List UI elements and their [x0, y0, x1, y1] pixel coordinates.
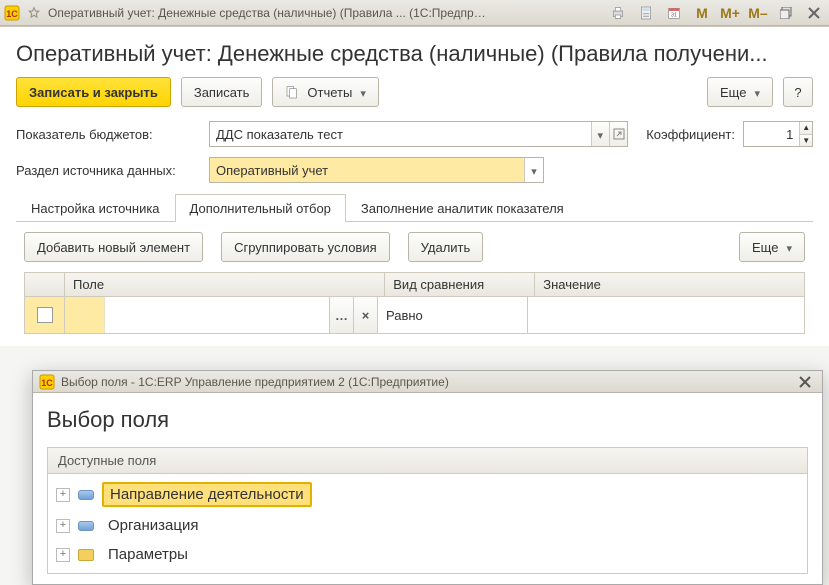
section-field[interactable]: [209, 157, 544, 183]
indicator-field[interactable]: [209, 121, 628, 147]
reports-button[interactable]: Отчеты: [272, 77, 378, 107]
save-label: Записать: [194, 85, 250, 100]
more-label: Еще: [720, 85, 746, 100]
chevron-down-icon: [754, 85, 760, 100]
fields-tree: + Направление деятельности + Организация…: [48, 474, 807, 573]
filter-more-button[interactable]: Еще: [739, 232, 805, 262]
save-and-close-button[interactable]: Записать и закрыть: [16, 77, 171, 107]
tree-item-label: Организация: [102, 515, 204, 536]
chevron-down-icon[interactable]: [591, 122, 609, 146]
field-picker-dialog: 1C Выбор поля - 1С:ERP Управление предпр…: [32, 370, 823, 585]
grid-cell-val[interactable]: [528, 297, 804, 333]
page-title: Оперативный учет: Денежные средства (нал…: [16, 41, 813, 67]
reports-label: Отчеты: [307, 85, 352, 100]
section-input[interactable]: [210, 158, 524, 182]
tree-item-label: Направление деятельности: [102, 482, 312, 507]
expand-icon[interactable]: +: [56, 488, 70, 502]
grid-cell-field-value[interactable]: [105, 297, 329, 333]
row-marker: [65, 297, 105, 333]
chevron-down-icon[interactable]: [524, 158, 543, 182]
field-icon: [78, 521, 94, 531]
group-conditions-label: Сгруппировать условия: [234, 240, 377, 255]
tree-item-organization[interactable]: + Организация: [54, 511, 801, 540]
star-icon[interactable]: [26, 5, 42, 21]
dialog-close-icon[interactable]: [794, 372, 816, 392]
clear-button[interactable]: ×: [353, 297, 377, 333]
grid-header-val: Значение: [535, 273, 804, 296]
grid-header-field: Поле: [65, 273, 385, 296]
close-window-icon[interactable]: [803, 3, 825, 23]
grid-header-check: [25, 273, 65, 296]
tree-item-label: Параметры: [102, 544, 194, 565]
help-label: ?: [794, 85, 801, 100]
folder-icon: [78, 549, 94, 561]
window-title: Оперативный учет: Денежные средства (нал…: [48, 6, 488, 20]
section-row: Раздел источника данных:: [16, 157, 813, 183]
grid-cell-field[interactable]: … ×: [65, 297, 378, 333]
memory-mplus-button[interactable]: M+: [719, 3, 741, 23]
save-button[interactable]: Записать: [181, 77, 263, 107]
filter-grid: Поле Вид сравнения Значение … × Равно: [24, 272, 805, 334]
add-element-label: Добавить новый элемент: [37, 240, 190, 255]
svg-text:31: 31: [671, 12, 677, 18]
dialog-title: Выбор поля: [47, 407, 808, 433]
save-and-close-label: Записать и закрыть: [29, 85, 158, 100]
main-toolbar: Записать и закрыть Записать Отчеты Еще ?: [16, 77, 813, 107]
coef-spinner[interactable]: ▲▼: [799, 122, 812, 146]
filter-more-label: Еще: [752, 240, 778, 255]
indicator-label: Показатель бюджетов:: [16, 127, 201, 142]
ellipsis-button[interactable]: …: [329, 297, 353, 333]
main-content: Оперативный учет: Денежные средства (нал…: [0, 26, 829, 346]
coef-field[interactable]: ▲▼: [743, 121, 813, 147]
available-fields-header: Доступные поля: [48, 448, 807, 474]
available-fields-panel: Доступные поля + Направление деятельност…: [47, 447, 808, 574]
group-conditions-button[interactable]: Сгруппировать условия: [221, 232, 390, 262]
svg-text:1C: 1C: [6, 9, 18, 19]
tree-item-activity-direction[interactable]: + Направление деятельности: [54, 478, 801, 511]
add-element-button[interactable]: Добавить новый элемент: [24, 232, 203, 262]
field-icon: [78, 490, 94, 500]
dialog-titlebar: 1C Выбор поля - 1С:ERP Управление предпр…: [33, 371, 822, 393]
dialog-body: Выбор поля Доступные поля + Направление …: [33, 393, 822, 584]
delete-button[interactable]: Удалить: [408, 232, 484, 262]
help-button[interactable]: ?: [783, 77, 813, 107]
svg-text:1C: 1C: [41, 378, 53, 388]
indicator-input[interactable]: [210, 122, 591, 146]
restore-window-icon[interactable]: [775, 3, 797, 23]
tab-fill-analytics[interactable]: Заполнение аналитик показателя: [346, 194, 579, 222]
tab-source-settings[interactable]: Настройка источника: [16, 194, 175, 222]
more-button[interactable]: Еще: [707, 77, 773, 107]
delete-label: Удалить: [421, 240, 471, 255]
grid-header: Поле Вид сравнения Значение: [25, 273, 804, 297]
open-link-icon[interactable]: [609, 122, 627, 146]
calculator-icon[interactable]: [635, 3, 657, 23]
chevron-down-icon: [786, 240, 792, 255]
grid-row[interactable]: … × Равно: [25, 297, 804, 333]
grid-cell-check[interactable]: [25, 297, 65, 333]
tree-item-parameters[interactable]: + Параметры: [54, 540, 801, 569]
grid-header-cmp: Вид сравнения: [385, 273, 535, 296]
chevron-down-icon: [360, 85, 366, 100]
reports-icon: [285, 84, 301, 100]
tabs: Настройка источника Дополнительный отбор…: [16, 193, 813, 222]
memory-mminus-button[interactable]: M–: [747, 3, 769, 23]
calendar-icon[interactable]: 31: [663, 3, 685, 23]
expand-icon[interactable]: +: [56, 519, 70, 533]
tab-extra-filter[interactable]: Дополнительный отбор: [175, 194, 346, 222]
window-titlebar: 1C Оперативный учет: Денежные средства (…: [0, 0, 829, 26]
app-logo-icon: 1C: [39, 374, 55, 390]
grid-cell-cmp[interactable]: Равно: [378, 297, 528, 333]
checkbox-icon[interactable]: [37, 307, 53, 323]
print-icon[interactable]: [607, 3, 629, 23]
coef-label: Коэффициент:: [646, 127, 735, 142]
coef-input[interactable]: [744, 122, 799, 146]
indicator-row: Показатель бюджетов: Коэффициент: ▲▼: [16, 121, 813, 147]
section-label: Раздел источника данных:: [16, 163, 201, 178]
dialog-window-title: Выбор поля - 1С:ERP Управление предприят…: [61, 375, 449, 389]
memory-m-button[interactable]: M: [691, 3, 713, 23]
app-logo-icon: 1C: [4, 5, 20, 21]
expand-icon[interactable]: +: [56, 548, 70, 562]
filter-toolbar: Добавить новый элемент Сгруппировать усл…: [16, 222, 813, 272]
